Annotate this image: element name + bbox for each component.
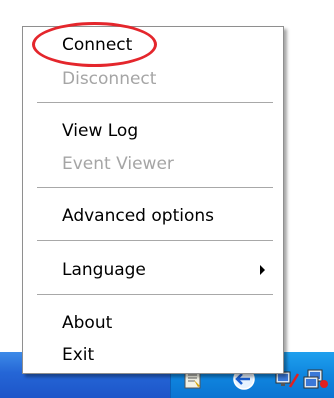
menu-item-label: Exit bbox=[62, 345, 95, 365]
menu-separator bbox=[37, 102, 273, 104]
menu-item-label: View Log bbox=[62, 121, 139, 141]
menu-separator bbox=[37, 294, 273, 296]
network-alert-icon[interactable] bbox=[302, 368, 332, 390]
menu-item-about[interactable]: About bbox=[23, 308, 283, 338]
menu-separator bbox=[37, 240, 273, 242]
menu-item-label: Event Viewer bbox=[62, 154, 174, 174]
menu-item-label: Language bbox=[62, 260, 146, 280]
menu-item-language[interactable]: Language bbox=[23, 255, 283, 285]
menu-item-view-log[interactable]: View Log bbox=[23, 116, 283, 146]
menu-item-label: Advanced options bbox=[62, 206, 214, 226]
menu-separator bbox=[37, 187, 273, 189]
submenu-arrow-icon bbox=[260, 265, 265, 275]
menu-item-disconnect: Disconnect bbox=[23, 64, 283, 94]
menu-item-label: About bbox=[62, 313, 113, 333]
context-menu: Connect Disconnect View Log Event Viewer… bbox=[22, 26, 284, 374]
menu-item-event-viewer: Event Viewer bbox=[23, 149, 283, 179]
menu-item-label: Disconnect bbox=[62, 69, 157, 89]
highlight-circle bbox=[32, 22, 157, 67]
menu-item-exit[interactable]: Exit bbox=[23, 340, 283, 370]
menu-item-advanced-options[interactable]: Advanced options bbox=[23, 201, 283, 231]
